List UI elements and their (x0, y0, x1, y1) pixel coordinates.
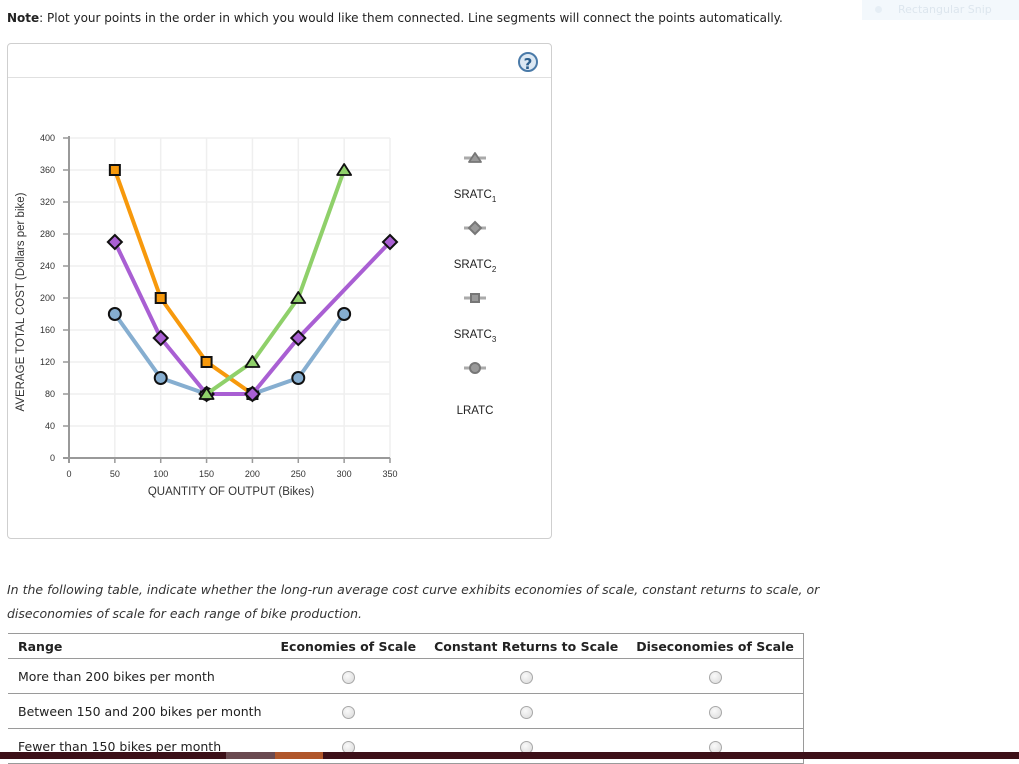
y-tick-label: 0 (50, 453, 55, 463)
y-tick-label: 120 (40, 357, 55, 367)
header-economies: Economies of Scale (271, 633, 426, 659)
chart[interactable]: 0 40 80 120 160 200 240 280 320 360 400 0 50 100 150 20… (8, 44, 551, 538)
legend-item[interactable]: SRATC2 (454, 220, 497, 274)
x-tick-label: 100 (153, 469, 168, 479)
y-tick-label: 240 (40, 261, 55, 271)
radio-diseconomies[interactable] (708, 670, 722, 684)
y-tick-label: 400 (40, 133, 55, 143)
x-tick-label: 300 (337, 469, 352, 479)
note-label: Note (7, 11, 40, 25)
range-label: More than 200 bikes per month (8, 658, 272, 694)
snip-label: Rectangular Snip (898, 3, 992, 16)
x-tick-label: 0 (66, 469, 71, 479)
snip-dot-icon (875, 6, 882, 13)
data-point-diamond (106, 233, 124, 251)
series-line (205, 169, 347, 396)
y-tick-label: 160 (40, 325, 55, 335)
legend-item[interactable]: LRATC (457, 362, 494, 417)
range-label: Between 150 and 200 bikes per month (8, 693, 272, 729)
y-tick-label: 320 (40, 197, 55, 207)
legend-diamond-icon (467, 220, 483, 236)
legend-item[interactable]: SRATC3 (454, 293, 497, 344)
header-diseconomies: Diseconomies of Scale (627, 633, 804, 659)
data-point-circle (291, 371, 306, 385)
x-tick-label: 350 (382, 469, 397, 479)
table-row: More than 200 bikes per month (8, 658, 804, 694)
data-point-circle (337, 307, 352, 321)
x-tick-label: 200 (245, 469, 260, 479)
table-row: Between 150 and 200 bikes per month (8, 693, 804, 729)
radio-diseconomies[interactable] (708, 705, 722, 719)
y-tick-label: 40 (45, 421, 55, 431)
y-tick-label: 80 (45, 389, 55, 399)
x-tick-label: 250 (291, 469, 306, 479)
radio-constant[interactable] (519, 705, 533, 719)
data-point-square (108, 164, 121, 176)
legend-label: SRATC1 (454, 189, 497, 204)
legend-item[interactable]: SRATC1 (454, 152, 497, 204)
header-constant: Constant Returns to Scale (425, 633, 628, 659)
graph-panel: ? 0 40 80 120 160 200 240 280 320 360 400 0 50 100 150… (7, 43, 552, 539)
x-tick-label: 150 (199, 469, 214, 479)
note-body: : Plot your points in the order in which… (39, 11, 783, 25)
instructions-text: In the following table, indicate whether… (7, 582, 820, 621)
legend-label: SRATC2 (454, 259, 497, 274)
y-tick-label: 280 (40, 229, 55, 239)
radio-economies[interactable] (341, 705, 355, 719)
taskbar-item-active[interactable] (275, 752, 323, 759)
snip-overlay: Rectangular Snip (862, 0, 1019, 20)
radio-constant[interactable] (519, 670, 533, 684)
x-axis-label: QUANTITY OF OUTPUT (Bikes) (148, 486, 315, 498)
data-point-circle (107, 307, 122, 321)
legend: SRATC1 SRATC2 SRATC3 LRATC (454, 152, 497, 417)
legend-label: LRATC (457, 405, 494, 417)
y-tick-label: 200 (40, 293, 55, 303)
note-text: Note: Plot your points in the order in w… (7, 11, 783, 25)
y-axis-label: AVERAGE TOTAL COST (Dollars per bike) (15, 192, 27, 411)
taskbar-item[interactable] (226, 752, 275, 759)
radio-economies[interactable] (341, 670, 355, 684)
scale-table: Range Economies of Scale Constant Return… (8, 633, 804, 764)
legend-square-icon (470, 293, 480, 303)
data-point-circle (153, 371, 168, 385)
data-point-square (154, 292, 167, 304)
legend-label: SRATC3 (454, 329, 497, 344)
y-tick-label: 360 (40, 165, 55, 175)
data-point-square (200, 356, 213, 368)
grid (69, 137, 391, 458)
taskbar-strip (0, 752, 1019, 759)
x-tick-label: 50 (110, 469, 120, 479)
legend-circle-icon (469, 362, 481, 374)
header-range: Range (8, 633, 272, 659)
table-header-row: Range Economies of Scale Constant Return… (8, 633, 804, 659)
